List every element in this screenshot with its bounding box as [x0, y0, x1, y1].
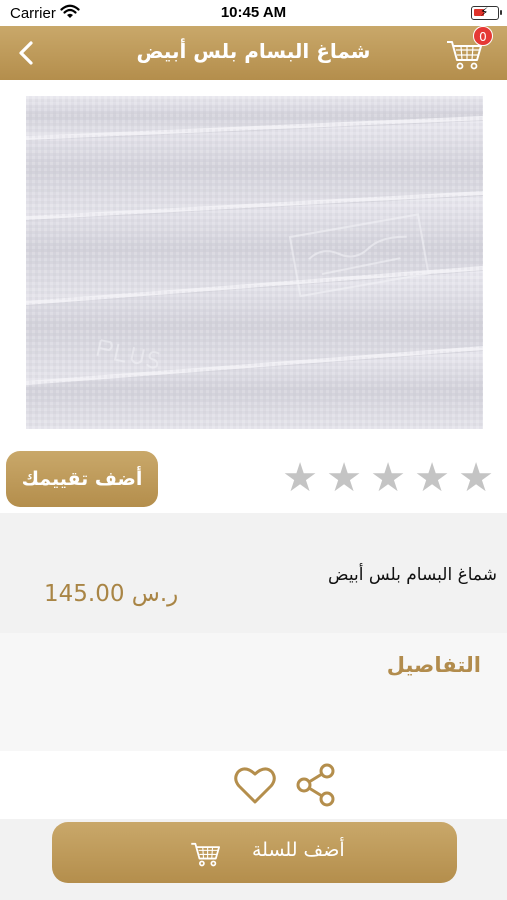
product-info-section: شماغ البسام بلس أبيض ر.س 145.00: [0, 513, 507, 633]
add-to-cart-button[interactable]: أضف للسلة: [52, 822, 457, 883]
heart-icon: [234, 767, 276, 804]
add-rating-button[interactable]: أضف تقييمك: [6, 451, 158, 507]
star-icon[interactable]: ★: [279, 458, 321, 498]
price-currency: ر.س: [131, 581, 179, 607]
back-button[interactable]: [10, 36, 44, 70]
share-icon: [296, 763, 335, 807]
bottom-bar: أضف للسلة: [0, 819, 507, 900]
product-price: ر.س 145.00: [36, 581, 178, 607]
battery-icon: ⚡: [471, 5, 502, 20]
navigation-bar: شماغ البسام بلس أبيض 0: [0, 26, 507, 80]
page-title: شماغ البسام بلس أبيض: [136, 39, 371, 63]
star-icon[interactable]: ★: [323, 458, 365, 498]
product-name: شماغ البسام بلس أبيض: [328, 565, 497, 585]
cart-count-badge: 0: [473, 26, 493, 46]
details-title: التفاصيل: [386, 653, 481, 677]
product-actions: [0, 751, 507, 819]
favorite-button[interactable]: [231, 761, 279, 809]
rating-stars: ★ ★ ★ ★ ★: [279, 458, 497, 498]
status-bar: Carrier 10:45 AM ⚡: [0, 0, 507, 26]
chevron-left-icon: [19, 41, 33, 65]
wifi-icon: [60, 4, 80, 24]
star-icon[interactable]: ★: [411, 458, 453, 498]
star-icon[interactable]: ★: [455, 458, 497, 498]
product-image: [26, 96, 483, 429]
add-to-cart-label: أضف للسلة: [252, 839, 345, 861]
star-icon[interactable]: ★: [367, 458, 409, 498]
price-amount: 145.00: [44, 581, 125, 607]
shopping-cart-icon: [188, 834, 224, 870]
share-button[interactable]: [292, 761, 340, 809]
details-section: التفاصيل: [0, 633, 507, 751]
carrier-label: Carrier: [10, 5, 56, 22]
